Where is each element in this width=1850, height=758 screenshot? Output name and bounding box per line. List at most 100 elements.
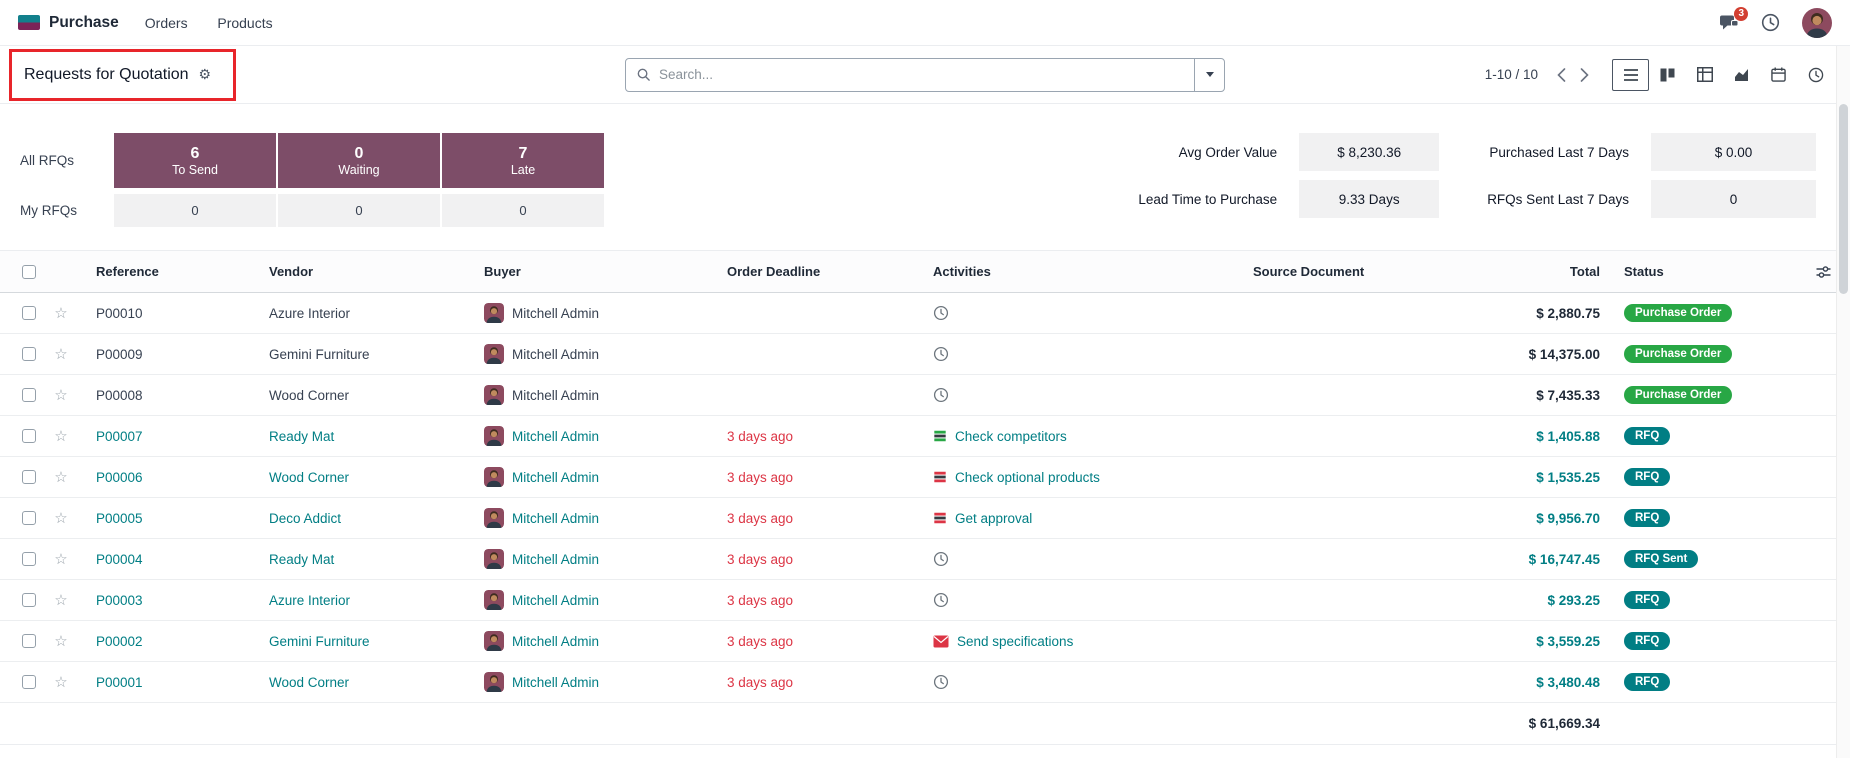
graph-view-button[interactable] bbox=[1723, 59, 1760, 91]
activities-clock-icon[interactable] bbox=[1761, 13, 1780, 32]
table-row[interactable]: ☆ P00005 Deco Addict Mitchell Admin 3 da… bbox=[0, 498, 1850, 539]
row-checkbox[interactable] bbox=[22, 593, 36, 607]
favorite-star-icon[interactable]: ☆ bbox=[54, 511, 67, 526]
favorite-star-icon[interactable]: ☆ bbox=[54, 429, 67, 444]
row-checkbox[interactable] bbox=[22, 388, 36, 402]
favorite-star-icon[interactable]: ☆ bbox=[54, 675, 67, 690]
favorite-star-icon[interactable]: ☆ bbox=[54, 552, 67, 567]
table-row[interactable]: ☆ P00006 Wood Corner Mitchell Admin 3 da… bbox=[0, 457, 1850, 498]
kanban-view-button[interactable] bbox=[1649, 59, 1686, 91]
select-all-checkbox[interactable] bbox=[22, 265, 36, 279]
gear-icon[interactable]: ⚙ bbox=[199, 66, 212, 83]
rfq-late-card[interactable]: 7 Late bbox=[442, 133, 604, 188]
activity-icon[interactable] bbox=[933, 470, 947, 484]
search-input[interactable] bbox=[657, 66, 1194, 83]
status-badge: Purchase Order bbox=[1624, 304, 1732, 322]
table-row[interactable]: ☆ P00002 Gemini Furniture Mitchell Admin… bbox=[0, 621, 1850, 662]
activity-icon[interactable] bbox=[933, 635, 949, 648]
activity-label[interactable]: Check optional products bbox=[955, 470, 1100, 485]
favorite-star-icon[interactable]: ☆ bbox=[54, 306, 67, 321]
header-vendor[interactable]: Vendor bbox=[251, 264, 466, 279]
view-switcher bbox=[1612, 59, 1834, 91]
pager-range: 1-10 / 10 bbox=[1485, 67, 1538, 82]
search-bar[interactable] bbox=[625, 58, 1225, 92]
search-dropdown-toggle[interactable] bbox=[1194, 59, 1224, 91]
row-checkbox[interactable] bbox=[22, 511, 36, 525]
activity-icon[interactable] bbox=[933, 305, 949, 321]
pivot-view-button[interactable] bbox=[1686, 59, 1723, 91]
rfq-to-send-card[interactable]: 6 To Send bbox=[114, 133, 276, 188]
user-avatar[interactable] bbox=[1802, 8, 1832, 38]
header-total[interactable]: Total bbox=[1410, 264, 1600, 279]
table-row[interactable]: ☆ P00009 Gemini Furniture Mitchell Admin… bbox=[0, 334, 1850, 375]
vendor-cell: Wood Corner bbox=[251, 388, 466, 403]
status-badge: RFQ bbox=[1624, 673, 1670, 691]
vertical-scrollbar[interactable] bbox=[1836, 46, 1850, 758]
row-checkbox[interactable] bbox=[22, 347, 36, 361]
my-to-send-card[interactable]: 0 bbox=[114, 194, 276, 227]
list-view-button[interactable] bbox=[1612, 59, 1649, 91]
activity-label[interactable]: Get approval bbox=[955, 511, 1032, 526]
favorite-star-icon[interactable]: ☆ bbox=[54, 470, 67, 485]
activity-icon[interactable] bbox=[933, 551, 949, 567]
activity-icon[interactable] bbox=[933, 592, 949, 608]
vendor-cell: Wood Corner bbox=[251, 675, 466, 690]
header-status[interactable]: Status bbox=[1600, 264, 1776, 279]
scrollbar-thumb[interactable] bbox=[1839, 104, 1848, 294]
calendar-view-button[interactable] bbox=[1760, 59, 1797, 91]
menu-products[interactable]: Products bbox=[217, 15, 272, 31]
activity-label[interactable]: Check competitors bbox=[955, 429, 1067, 444]
row-checkbox[interactable] bbox=[22, 675, 36, 689]
activity-icon[interactable] bbox=[933, 674, 949, 690]
favorite-star-icon[interactable]: ☆ bbox=[54, 388, 67, 403]
my-waiting-card[interactable]: 0 bbox=[278, 194, 440, 227]
row-checkbox[interactable] bbox=[22, 306, 36, 320]
status-badge: RFQ bbox=[1624, 468, 1670, 486]
table-row[interactable]: ☆ P00010 Azure Interior Mitchell Admin $… bbox=[0, 293, 1850, 334]
header-buyer[interactable]: Buyer bbox=[466, 264, 709, 279]
activity-icon[interactable] bbox=[933, 511, 947, 525]
app-name[interactable]: Purchase bbox=[49, 14, 119, 32]
vendor-cell: Wood Corner bbox=[251, 470, 466, 485]
table-body: ☆ P00010 Azure Interior Mitchell Admin $… bbox=[0, 293, 1850, 703]
row-checkbox[interactable] bbox=[22, 429, 36, 443]
buyer-name: Mitchell Admin bbox=[512, 388, 599, 403]
row-checkbox[interactable] bbox=[22, 470, 36, 484]
table-row[interactable]: ☆ P00001 Wood Corner Mitchell Admin 3 da… bbox=[0, 662, 1850, 703]
activity-icon[interactable] bbox=[933, 429, 947, 443]
activities-cell: Send specifications bbox=[915, 634, 1235, 649]
menu-orders[interactable]: Orders bbox=[145, 15, 188, 31]
activities-cell bbox=[915, 592, 1235, 608]
rfq-waiting-card[interactable]: 0 Waiting bbox=[278, 133, 440, 188]
row-checkbox[interactable] bbox=[22, 552, 36, 566]
reference-cell: P00001 bbox=[78, 675, 251, 690]
buyer-name: Mitchell Admin bbox=[512, 347, 599, 362]
favorite-star-icon[interactable]: ☆ bbox=[54, 593, 67, 608]
pager-previous-button[interactable] bbox=[1550, 64, 1573, 86]
table-row[interactable]: ☆ P00003 Azure Interior Mitchell Admin 3… bbox=[0, 580, 1850, 621]
activity-icon[interactable] bbox=[933, 387, 949, 403]
header-activities[interactable]: Activities bbox=[915, 264, 1235, 279]
activities-cell: Check competitors bbox=[915, 429, 1235, 444]
header-order-deadline[interactable]: Order Deadline bbox=[709, 264, 915, 279]
vendor-cell: Deco Addict bbox=[251, 511, 466, 526]
favorite-star-icon[interactable]: ☆ bbox=[54, 634, 67, 649]
activity-label[interactable]: Send specifications bbox=[957, 634, 1073, 649]
table-row[interactable]: ☆ P00004 Ready Mat Mitchell Admin 3 days… bbox=[0, 539, 1850, 580]
table-row[interactable]: ☆ P00007 Ready Mat Mitchell Admin 3 days… bbox=[0, 416, 1850, 457]
optional-columns-icon[interactable] bbox=[1815, 264, 1832, 280]
messages-icon[interactable]: 3 bbox=[1719, 14, 1739, 32]
activities-cell bbox=[915, 305, 1235, 321]
header-reference[interactable]: Reference bbox=[78, 264, 251, 279]
activity-icon[interactable] bbox=[933, 346, 949, 362]
buyer-avatar bbox=[484, 631, 504, 651]
activity-view-button[interactable] bbox=[1797, 59, 1834, 91]
my-late-card[interactable]: 0 bbox=[442, 194, 604, 227]
table-row[interactable]: ☆ P00008 Wood Corner Mitchell Admin $ 7,… bbox=[0, 375, 1850, 416]
row-checkbox[interactable] bbox=[22, 634, 36, 648]
favorite-star-icon[interactable]: ☆ bbox=[54, 347, 67, 362]
purchase-app-icon[interactable] bbox=[18, 15, 40, 30]
waiting-count: 0 bbox=[355, 144, 364, 163]
pager-next-button[interactable] bbox=[1573, 64, 1596, 86]
header-source-document[interactable]: Source Document bbox=[1235, 264, 1410, 279]
